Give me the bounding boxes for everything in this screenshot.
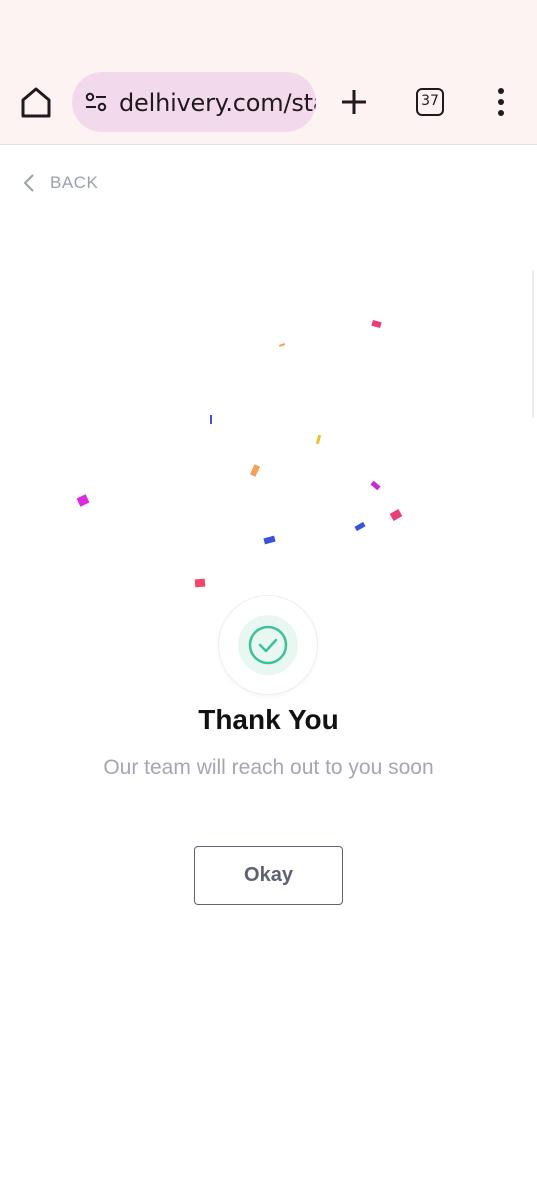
confetti-piece	[354, 521, 366, 532]
address-bar[interactable]: delhivery.com/start	[72, 72, 316, 132]
chevron-left-icon	[23, 174, 34, 192]
confetti-piece	[370, 480, 381, 491]
confetti-piece	[263, 535, 276, 545]
confetti-piece	[371, 319, 382, 329]
check-circle-icon	[238, 615, 298, 675]
url-text: delhivery.com/start	[119, 89, 316, 117]
site-settings-icon[interactable]	[84, 90, 108, 114]
browser-toolbar: delhivery.com/start 37	[0, 0, 537, 145]
more-vert-icon[interactable]	[490, 86, 512, 118]
plus-icon[interactable]	[340, 88, 368, 116]
confetti-piece	[210, 415, 212, 424]
confetti-piece	[76, 494, 90, 507]
confetti-piece	[278, 343, 286, 347]
page-title: Thank You	[198, 704, 339, 735]
confetti-piece	[315, 434, 322, 445]
back-label: BACK	[50, 173, 99, 192]
confetti-piece	[389, 509, 403, 521]
confirmation-message: Our team will reach out to you soon	[103, 756, 434, 779]
scrollbar[interactable]	[532, 270, 534, 418]
back-link[interactable]: BACK	[22, 170, 98, 196]
confetti-piece	[249, 464, 261, 477]
confetti-piece	[194, 578, 206, 588]
tab-switcher-icon[interactable]: 37	[416, 88, 444, 116]
okay-button[interactable]: Okay	[194, 846, 343, 905]
success-badge	[219, 596, 317, 694]
home-icon[interactable]	[18, 85, 54, 119]
